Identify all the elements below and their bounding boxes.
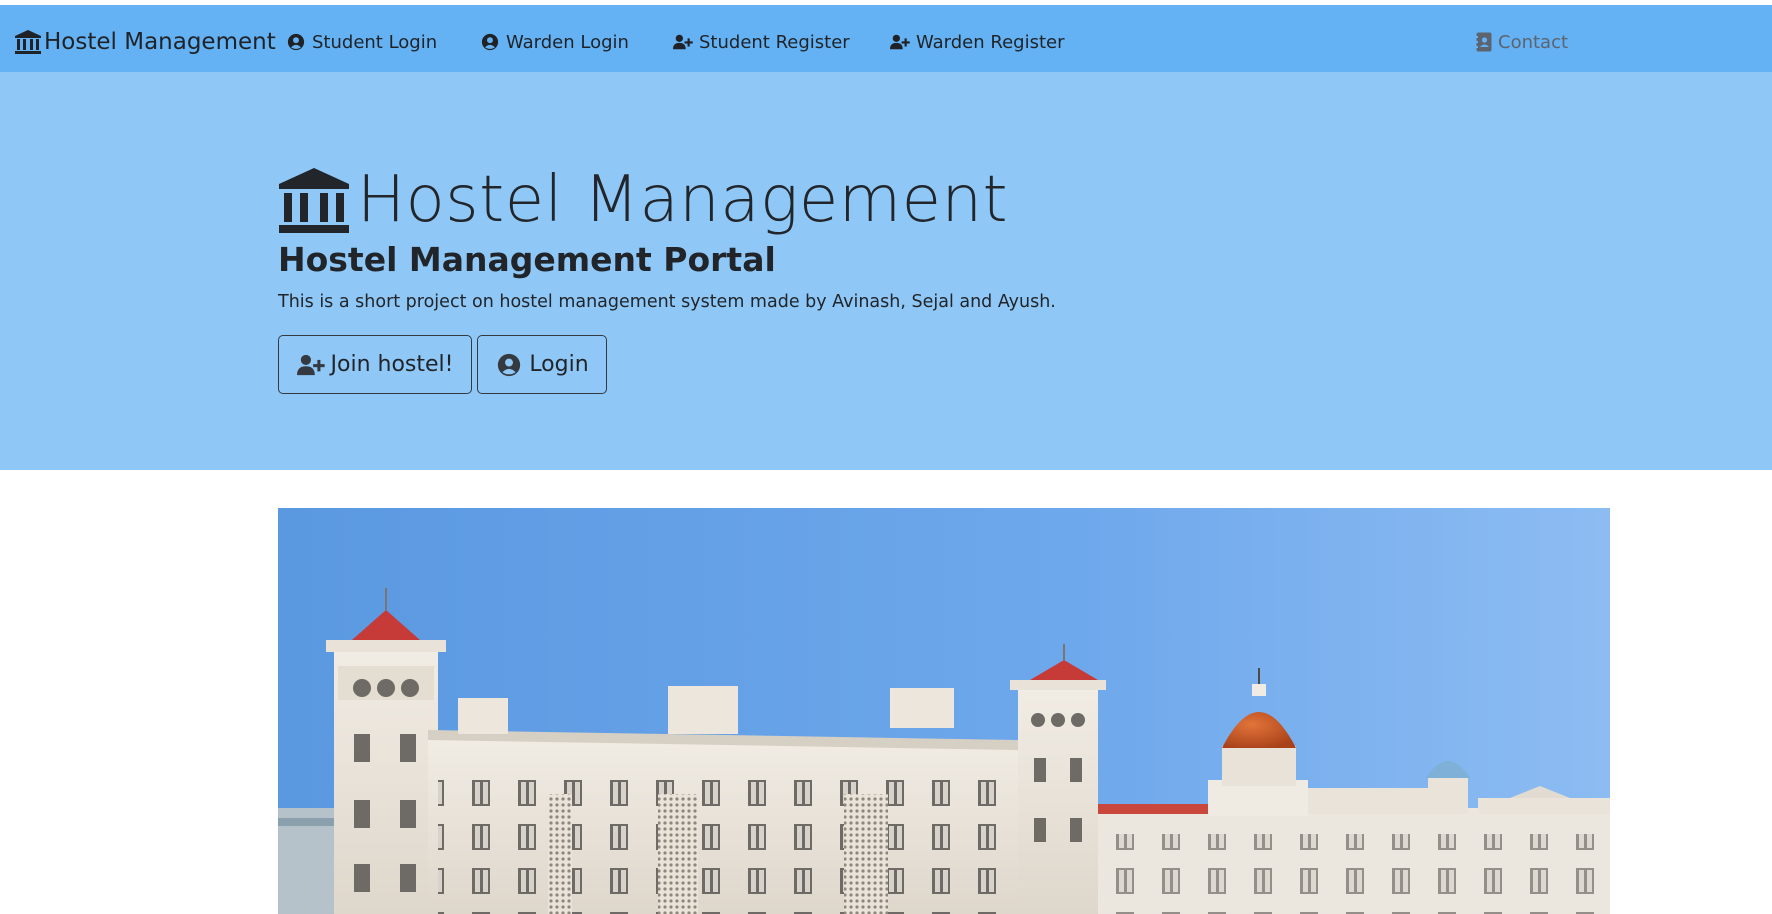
nav-warden-register-label: Warden Register xyxy=(916,31,1065,53)
nav-warden-login[interactable]: Warden Login xyxy=(480,29,629,55)
hero-title-text: Hostel Management xyxy=(357,163,1009,237)
nav-student-register[interactable]: Student Register xyxy=(673,29,850,55)
nav-student-login[interactable]: Student Login xyxy=(286,29,437,55)
login-button[interactable]: Login xyxy=(477,335,607,394)
nav-warden-register[interactable]: Warden Register xyxy=(890,29,1065,55)
user-circle-icon xyxy=(498,353,521,376)
hero-description: This is a short project on hostel manage… xyxy=(278,292,1056,312)
nav-student-register-label: Student Register xyxy=(699,31,850,53)
navbar: Hostel Management Student Login Warden L… xyxy=(0,5,1772,72)
nav-warden-login-label: Warden Login xyxy=(506,31,629,53)
join-hostel-button-label: Join hostel! xyxy=(330,352,454,377)
login-button-label: Login xyxy=(529,352,589,377)
nav-contact[interactable]: Contact xyxy=(1476,29,1568,55)
hero-subtitle: Hostel Management Portal xyxy=(278,240,776,279)
nav-contact-label: Contact xyxy=(1498,31,1569,53)
user-plus-icon xyxy=(673,34,693,50)
contact-card-icon xyxy=(1476,32,1492,52)
user-plus-icon xyxy=(890,34,910,50)
hostel-building-photo xyxy=(278,508,1610,914)
brand-link[interactable]: Hostel Management xyxy=(14,27,276,57)
hero-section: Hostel Management Hostel Management Port… xyxy=(0,72,1772,470)
join-hostel-button[interactable]: Join hostel! xyxy=(278,335,472,394)
landmark-icon xyxy=(15,30,41,54)
brand-text: Hostel Management xyxy=(44,29,276,55)
user-circle-icon xyxy=(287,33,305,51)
user-plus-icon xyxy=(296,354,325,375)
user-circle-icon xyxy=(481,33,499,51)
hero-title: Hostel Management xyxy=(277,160,1008,240)
landmark-icon xyxy=(279,168,349,233)
nav-student-login-label: Student Login xyxy=(312,31,438,53)
